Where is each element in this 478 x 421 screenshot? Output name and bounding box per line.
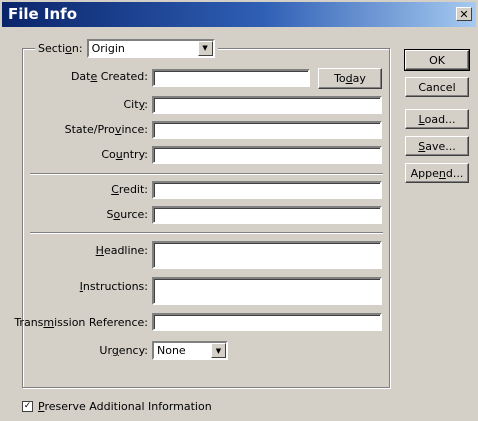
- preserve-label[interactable]: Preserve Additional Information: [38, 400, 212, 413]
- state-province-field[interactable]: [152, 121, 382, 139]
- today-button[interactable]: To d ay: [318, 68, 382, 89]
- date-created-label: Date Created:: [70, 70, 148, 83]
- source-label: Source:: [106, 208, 149, 221]
- source-field[interactable]: [152, 206, 382, 224]
- headline-field[interactable]: [152, 241, 382, 269]
- preserve-checkbox[interactable]: ✓: [22, 401, 33, 412]
- save-button[interactable]: Save...: [405, 136, 469, 156]
- instructions-label: Instructions:: [79, 280, 148, 293]
- cancel-button[interactable]: Cancel: [405, 77, 469, 97]
- chevron-down-icon[interactable]: ▼: [197, 40, 213, 56]
- credit-field[interactable]: [152, 181, 382, 199]
- urgency-label: Urgency:: [99, 344, 148, 357]
- ok-button[interactable]: OK: [404, 49, 470, 71]
- urgency-dropdown[interactable]: None ▼: [152, 341, 228, 360]
- country-label: Country:: [101, 148, 148, 161]
- instructions-field[interactable]: [152, 277, 382, 305]
- headline-label: Headline:: [95, 244, 148, 257]
- transmission-reference-field[interactable]: [152, 313, 382, 331]
- append-button[interactable]: Appe n d...: [405, 163, 469, 183]
- window-title: File Info: [8, 5, 78, 23]
- date-created-field[interactable]: [152, 69, 310, 87]
- section-label: Section:: [38, 41, 83, 55]
- separator: [30, 232, 383, 234]
- close-icon: ✕: [459, 7, 469, 21]
- country-field[interactable]: [152, 146, 382, 164]
- chevron-down-icon[interactable]: ▼: [211, 343, 226, 358]
- section-dropdown-value: Origin: [91, 41, 125, 55]
- close-button[interactable]: ✕: [456, 7, 472, 21]
- checkmark-icon: ✓: [23, 401, 32, 411]
- credit-label: Credit:: [111, 183, 148, 196]
- city-label: City:: [123, 98, 149, 111]
- section-dropdown[interactable]: Origin ▼: [86, 38, 215, 58]
- separator: [30, 173, 383, 175]
- state-province-label: State/Province:: [64, 123, 148, 136]
- title-bar[interactable]: File Info ✕: [2, 2, 476, 27]
- urgency-dropdown-value: None: [157, 344, 186, 357]
- load-button[interactable]: Load...: [405, 109, 469, 129]
- section-legend: Section: Origin ▼: [35, 38, 218, 58]
- transmission-reference-label: Transmission Reference:: [14, 316, 148, 329]
- city-field[interactable]: [152, 96, 382, 114]
